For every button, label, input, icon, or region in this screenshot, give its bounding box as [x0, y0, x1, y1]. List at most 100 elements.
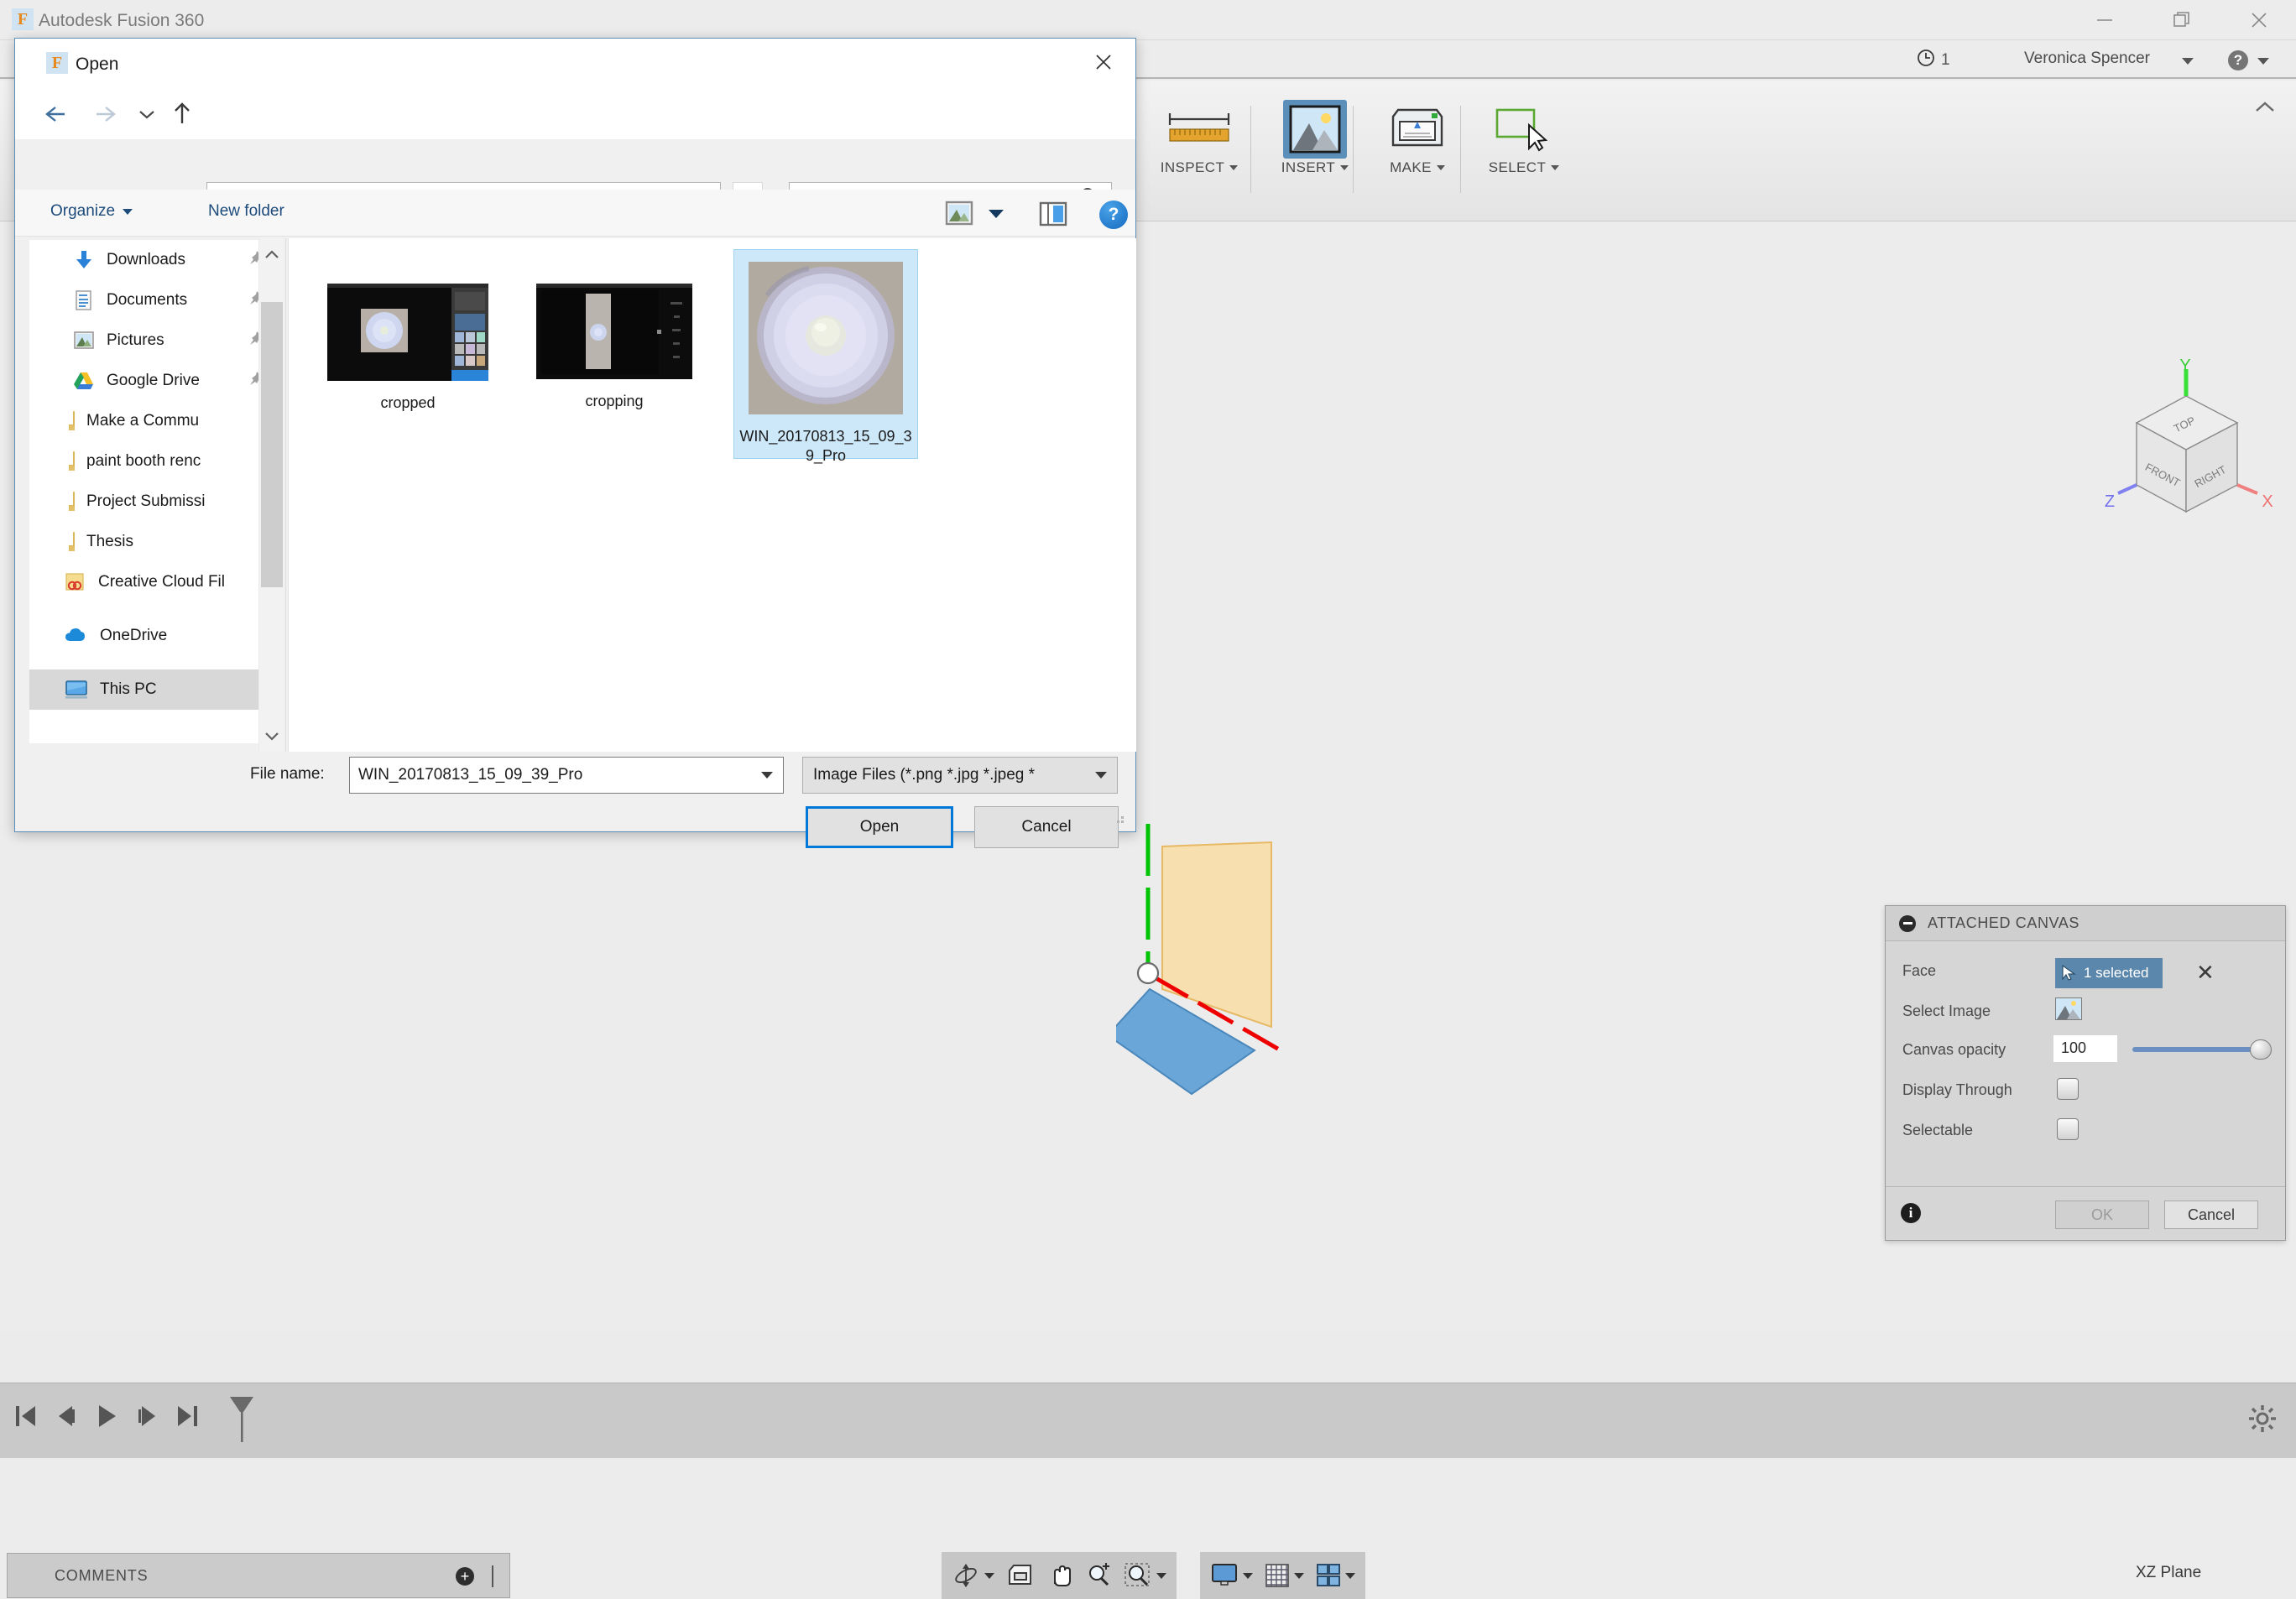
- chevron-down-icon[interactable]: [1243, 1573, 1253, 1579]
- chevron-down-icon[interactable]: [1345, 1573, 1355, 1579]
- selectable-checkbox[interactable]: [2057, 1118, 2079, 1140]
- grid-snap-tool[interactable]: [1265, 1563, 1304, 1588]
- zoom-window-tool[interactable]: [1124, 1562, 1166, 1589]
- step-forward-icon[interactable]: [134, 1402, 159, 1430]
- add-comment-icon[interactable]: +: [456, 1567, 474, 1586]
- view-cube[interactable]: TOP FRONT RIGHT Y X Z: [2090, 356, 2283, 532]
- chevron-down-icon[interactable]: [259, 723, 284, 748]
- canvas-opacity-slider[interactable]: [2132, 1047, 2267, 1052]
- face-selection-chip[interactable]: 1 selected: [2055, 958, 2163, 988]
- fusion-logo-icon: F: [46, 52, 68, 74]
- ribbon-group-insert[interactable]: INSERT: [1261, 99, 1369, 200]
- viewports-tool[interactable]: [1316, 1563, 1355, 1588]
- comments-resize-grip[interactable]: [492, 1565, 494, 1587]
- chevron-down-icon[interactable]: [1340, 165, 1349, 170]
- scrollbar-thumb[interactable]: [261, 302, 283, 587]
- chevron-down-icon[interactable]: [1294, 1573, 1304, 1579]
- clear-selection-icon[interactable]: ✕: [2196, 961, 2215, 983]
- chevron-down-icon[interactable]: [2257, 58, 2269, 65]
- user-menu-label[interactable]: Veronica Spencer: [2024, 49, 2150, 68]
- canvas-opacity-input[interactable]: 100: [2053, 1035, 2117, 1062]
- nav-group-display: [1200, 1552, 1365, 1599]
- chevron-up-icon[interactable]: [259, 242, 284, 267]
- nav-item-paint-booth-renc[interactable]: paint booth renc: [29, 441, 273, 482]
- nav-item-google-drive[interactable]: Google Drive: [29, 361, 273, 401]
- nav-item-downloads[interactable]: Downloads: [29, 240, 273, 280]
- help-icon[interactable]: ?: [2228, 50, 2248, 70]
- info-icon[interactable]: i: [1901, 1203, 1921, 1223]
- go-to-end-icon[interactable]: [175, 1402, 200, 1430]
- file-tile-cropping[interactable]: cropping: [522, 272, 707, 482]
- organize-label: Organize: [50, 202, 115, 221]
- file-tile-cropped[interactable]: cropped: [316, 272, 500, 482]
- organize-button[interactable]: Organize: [50, 202, 133, 221]
- slider-handle[interactable]: [2250, 1039, 2272, 1060]
- nav-item-pictures[interactable]: Pictures: [29, 320, 273, 361]
- arrow-back-icon[interactable]: [42, 100, 70, 128]
- collapse-ribbon-icon[interactable]: [2254, 101, 2276, 118]
- nav-item-this-pc[interactable]: This PC: [29, 669, 273, 710]
- chevron-down-icon[interactable]: [989, 210, 1004, 218]
- nav-item-thesis[interactable]: Thesis: [29, 522, 273, 562]
- chevron-down-icon[interactable]: [1437, 165, 1445, 170]
- navigation-pane-scrollbar[interactable]: [258, 238, 284, 752]
- resize-grip-icon[interactable]: [1110, 810, 1127, 826]
- nav-spacer: [29, 602, 273, 616]
- play-icon[interactable]: [94, 1402, 119, 1430]
- nav-item-make-a-commu[interactable]: Make a Commu: [29, 401, 273, 441]
- file-name-label: WIN_20170813_15_09_39_Pro: [734, 427, 917, 465]
- orbit-tool[interactable]: [952, 1561, 994, 1590]
- view-mode-icon[interactable]: [945, 201, 973, 230]
- file-type-filter-select[interactable]: Image Files (*.png *.jpg *.jpeg *: [802, 757, 1118, 794]
- file-name-label: cropping: [580, 392, 648, 411]
- restore-button[interactable]: [2150, 0, 2214, 40]
- ribbon-label: MAKE: [1390, 159, 1445, 176]
- nav-item-creative-cloud-files[interactable]: Creative Cloud Fil: [29, 562, 273, 602]
- chevron-down-icon[interactable]: [2182, 58, 2194, 65]
- display-through-checkbox[interactable]: [2057, 1078, 2079, 1100]
- comments-bar[interactable]: COMMENTS +: [7, 1553, 510, 1598]
- nav-item-documents[interactable]: Documents: [29, 280, 273, 320]
- pane-splitter[interactable]: [285, 238, 286, 752]
- file-name-input[interactable]: WIN_20170813_15_09_39_Pro: [349, 757, 784, 794]
- nav-item-project-submissi[interactable]: Project Submissi: [29, 482, 273, 522]
- ribbon-group-make[interactable]: MAKE: [1364, 99, 1471, 200]
- display-settings-tool[interactable]: [1210, 1563, 1253, 1588]
- job-status-indicator[interactable]: 1: [1916, 48, 1950, 73]
- timeline-marker-icon[interactable]: [225, 1395, 258, 1445]
- nav-item-onedrive[interactable]: OneDrive: [29, 616, 273, 656]
- chevron-down-icon[interactable]: [123, 209, 133, 215]
- open-button[interactable]: Open: [806, 806, 953, 848]
- face-selection-count: 1 selected: [2084, 965, 2149, 982]
- preview-pane-icon[interactable]: [1039, 201, 1067, 231]
- arrow-up-icon[interactable]: [168, 100, 196, 128]
- recent-locations-icon[interactable]: [133, 100, 161, 128]
- chevron-down-icon[interactable]: [761, 772, 773, 779]
- pan-tool[interactable]: [1046, 1562, 1073, 1589]
- minimize-button[interactable]: [2073, 0, 2137, 40]
- close-button[interactable]: [2227, 0, 2291, 40]
- new-folder-button[interactable]: New folder: [208, 202, 284, 221]
- settings-gear-icon[interactable]: [2247, 1404, 2278, 1434]
- look-at-tool[interactable]: [1006, 1562, 1035, 1589]
- cancel-button[interactable]: Cancel: [974, 806, 1119, 848]
- collapse-minus-icon[interactable]: [1899, 915, 1916, 932]
- ribbon-group-select[interactable]: SELECT: [1470, 99, 1578, 200]
- go-to-beginning-icon[interactable]: [13, 1402, 39, 1430]
- step-back-icon[interactable]: [54, 1402, 79, 1430]
- ok-button[interactable]: OK: [2055, 1201, 2149, 1229]
- chevron-down-icon[interactable]: [1551, 165, 1559, 170]
- chevron-down-icon[interactable]: [1095, 772, 1107, 779]
- ribbon-group-inspect[interactable]: INSPECT: [1145, 99, 1253, 200]
- chevron-down-icon[interactable]: [1156, 1573, 1166, 1579]
- image-thumbnail-icon[interactable]: [2055, 997, 2082, 1020]
- chevron-down-icon[interactable]: [1229, 165, 1238, 170]
- zoom-tool[interactable]: [1085, 1562, 1112, 1589]
- close-icon[interactable]: [1072, 39, 1135, 86]
- chevron-down-icon[interactable]: [984, 1573, 994, 1579]
- fusion-logo-icon: F: [12, 8, 34, 30]
- cancel-button[interactable]: Cancel: [2164, 1201, 2258, 1229]
- file-list-view[interactable]: cropped cropp: [288, 238, 1136, 752]
- dialog-help-icon[interactable]: ?: [1099, 201, 1128, 229]
- file-tile-win-20170813[interactable]: WIN_20170813_15_09_39_Pro: [733, 249, 918, 459]
